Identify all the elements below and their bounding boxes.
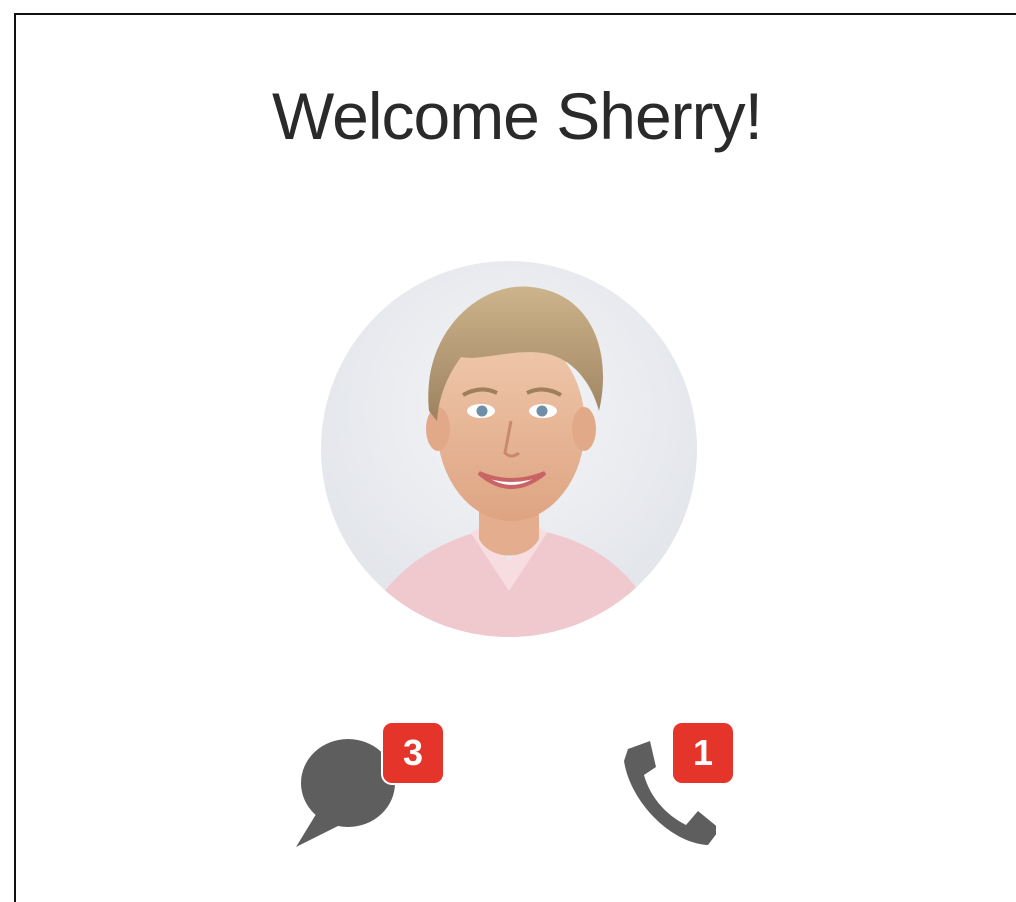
calls-badge: 1 — [673, 723, 733, 783]
messages-badge: 3 — [383, 723, 443, 783]
messages-button[interactable]: 3 — [292, 723, 443, 849]
avatar-photo — [321, 261, 697, 637]
welcome-title: Welcome Sherry! — [272, 79, 763, 153]
profile-avatar[interactable] — [321, 261, 697, 637]
welcome-screen: Welcome Sherry! 3 1 — [14, 13, 1016, 902]
calls-button[interactable]: 1 — [616, 723, 736, 849]
